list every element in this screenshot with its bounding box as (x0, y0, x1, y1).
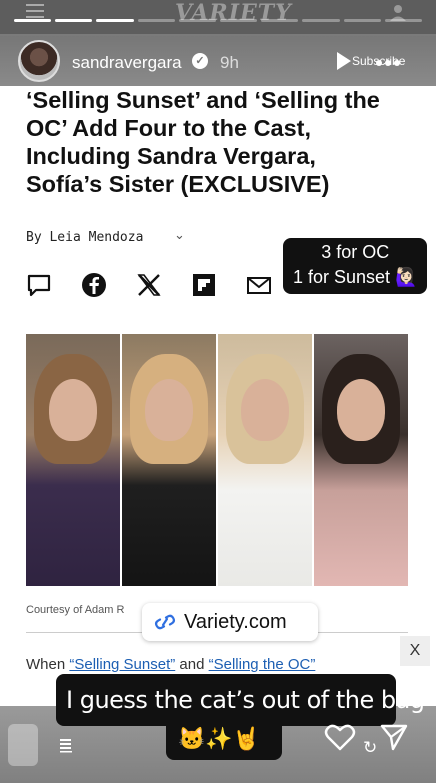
facebook-icon[interactable] (81, 272, 107, 298)
progress-segment (137, 19, 175, 22)
article-link[interactable]: “Selling the OC” (209, 656, 316, 673)
instagram-story: VARIETY sandravergara ✓ 9h Subscribe ‘Se… (0, 0, 436, 783)
reload-icon[interactable]: ↻ (363, 738, 377, 758)
document-icon[interactable] (58, 737, 74, 753)
flipboard-icon[interactable] (191, 272, 217, 298)
menu-icon (26, 4, 44, 18)
email-icon[interactable] (246, 272, 272, 298)
progress-segment (343, 19, 381, 22)
progress-segment (384, 19, 423, 22)
sticker-line: 1 for Sunset 🙋🏻‍♀️ (293, 267, 418, 287)
comment-icon[interactable] (26, 272, 52, 298)
link-sticker[interactable]: Variety.com (142, 603, 318, 641)
caption-text: I guess the cat’s out of the bag (66, 686, 425, 714)
more-options-button[interactable] (376, 60, 400, 66)
link-sticker-text: Variety.com (184, 611, 287, 633)
progress-segment (55, 19, 93, 22)
article-headline: ‘Selling Sunset’ and ‘Selling the OC’ Ad… (26, 87, 380, 197)
cast-photo (122, 334, 216, 586)
caption-sticker: I guess the cat’s out of the bag (56, 674, 425, 726)
story-progress-bar (14, 19, 423, 22)
x-icon[interactable] (136, 272, 162, 298)
heart-icon[interactable] (324, 722, 356, 752)
send-icon[interactable] (379, 722, 409, 752)
cast-photo (218, 334, 312, 586)
play-icon[interactable] (337, 52, 351, 70)
username[interactable]: sandravergara (72, 53, 182, 73)
cast-photo (26, 334, 120, 586)
progress-segment (178, 19, 217, 22)
variety-logo: VARIETY (175, 0, 292, 26)
close-button[interactable]: X (400, 636, 430, 666)
progress-segment (14, 19, 52, 22)
chevron-down-icon: ⌄ (174, 227, 185, 242)
avatar[interactable] (18, 40, 60, 82)
tab-switcher-button[interactable] (8, 724, 38, 766)
article-header-strip: VARIETY (0, 0, 436, 34)
cast-photo-collage (26, 334, 408, 586)
link-icon (154, 614, 176, 630)
progress-segment (220, 19, 258, 22)
article-link[interactable]: “Selling Sunset” (69, 656, 175, 673)
sticker-line: 3 for OC (321, 242, 390, 262)
emoji-text: 🐱✨🤘 (178, 726, 261, 751)
verified-badge-icon: ✓ (192, 53, 208, 69)
progress-segment (261, 19, 299, 22)
photo-credit: Courtesy of Adam R (26, 604, 125, 616)
progress-segment (302, 19, 340, 22)
article-paragraph: When “Selling Sunset” and “Selling the O… (26, 656, 315, 673)
story-timestamp: 9h (220, 53, 239, 72)
paragraph-text: and (175, 656, 209, 673)
text-sticker-counts: 3 for OC 1 for Sunset 🙋🏻‍♀️ (283, 238, 428, 294)
emoji-sticker: 🐱✨🤘 (166, 720, 282, 760)
paragraph-text: When (26, 656, 70, 673)
cast-photo (314, 334, 408, 586)
progress-segment (96, 19, 134, 22)
story-header: sandravergara ✓ 9h Subscribe (0, 36, 436, 86)
article-byline: By Leia Mendoza (26, 230, 144, 245)
